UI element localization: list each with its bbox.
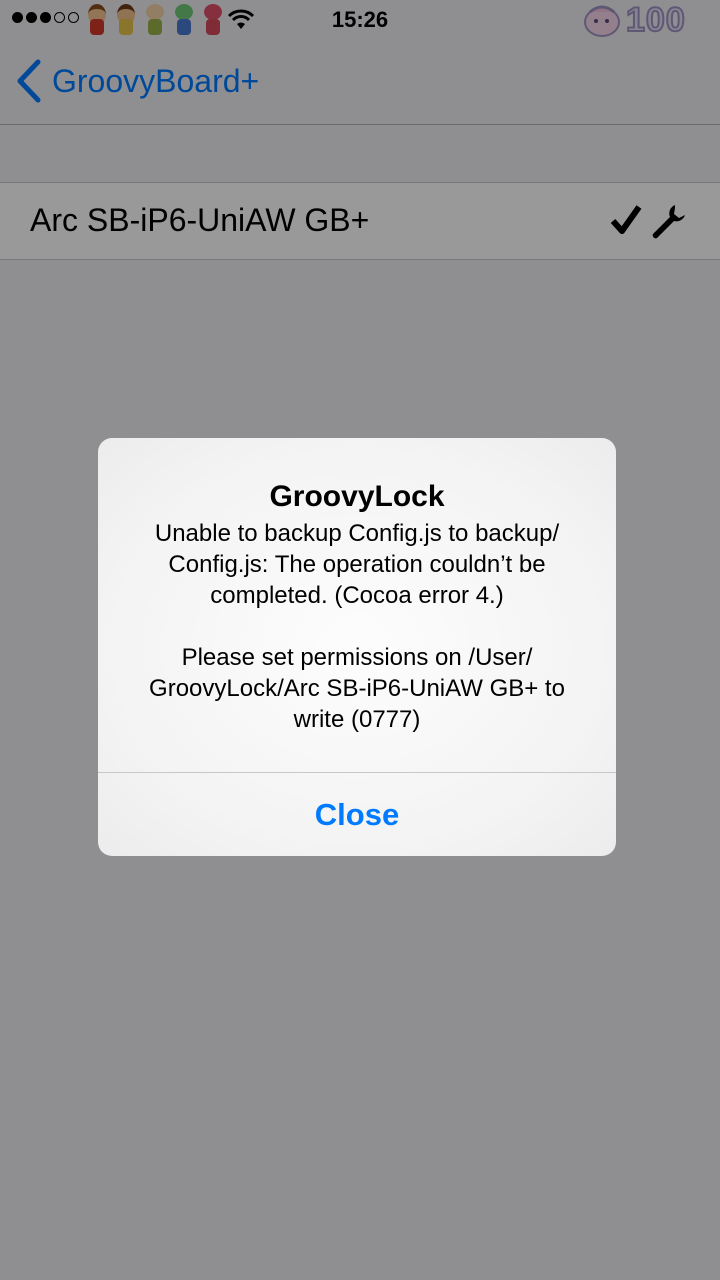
alert-dialog: GroovyLock Unable to backup Config.js to… [98, 438, 616, 856]
alert-message-error: Unable to backup Config.js to backup/ Co… [154, 520, 560, 609]
app-screen: 15:26 100 GroovyBoard+ Arc SB-iP6-UniAW … [0, 0, 720, 1280]
close-button[interactable]: Close [98, 773, 616, 856]
alert-message: Unable to backup Config.js to backup/ Co… [122, 518, 592, 735]
alert-message-instructions: Please set permissions on /User/ GroovyL… [149, 644, 565, 733]
alert-title: GroovyLock [269, 480, 445, 513]
